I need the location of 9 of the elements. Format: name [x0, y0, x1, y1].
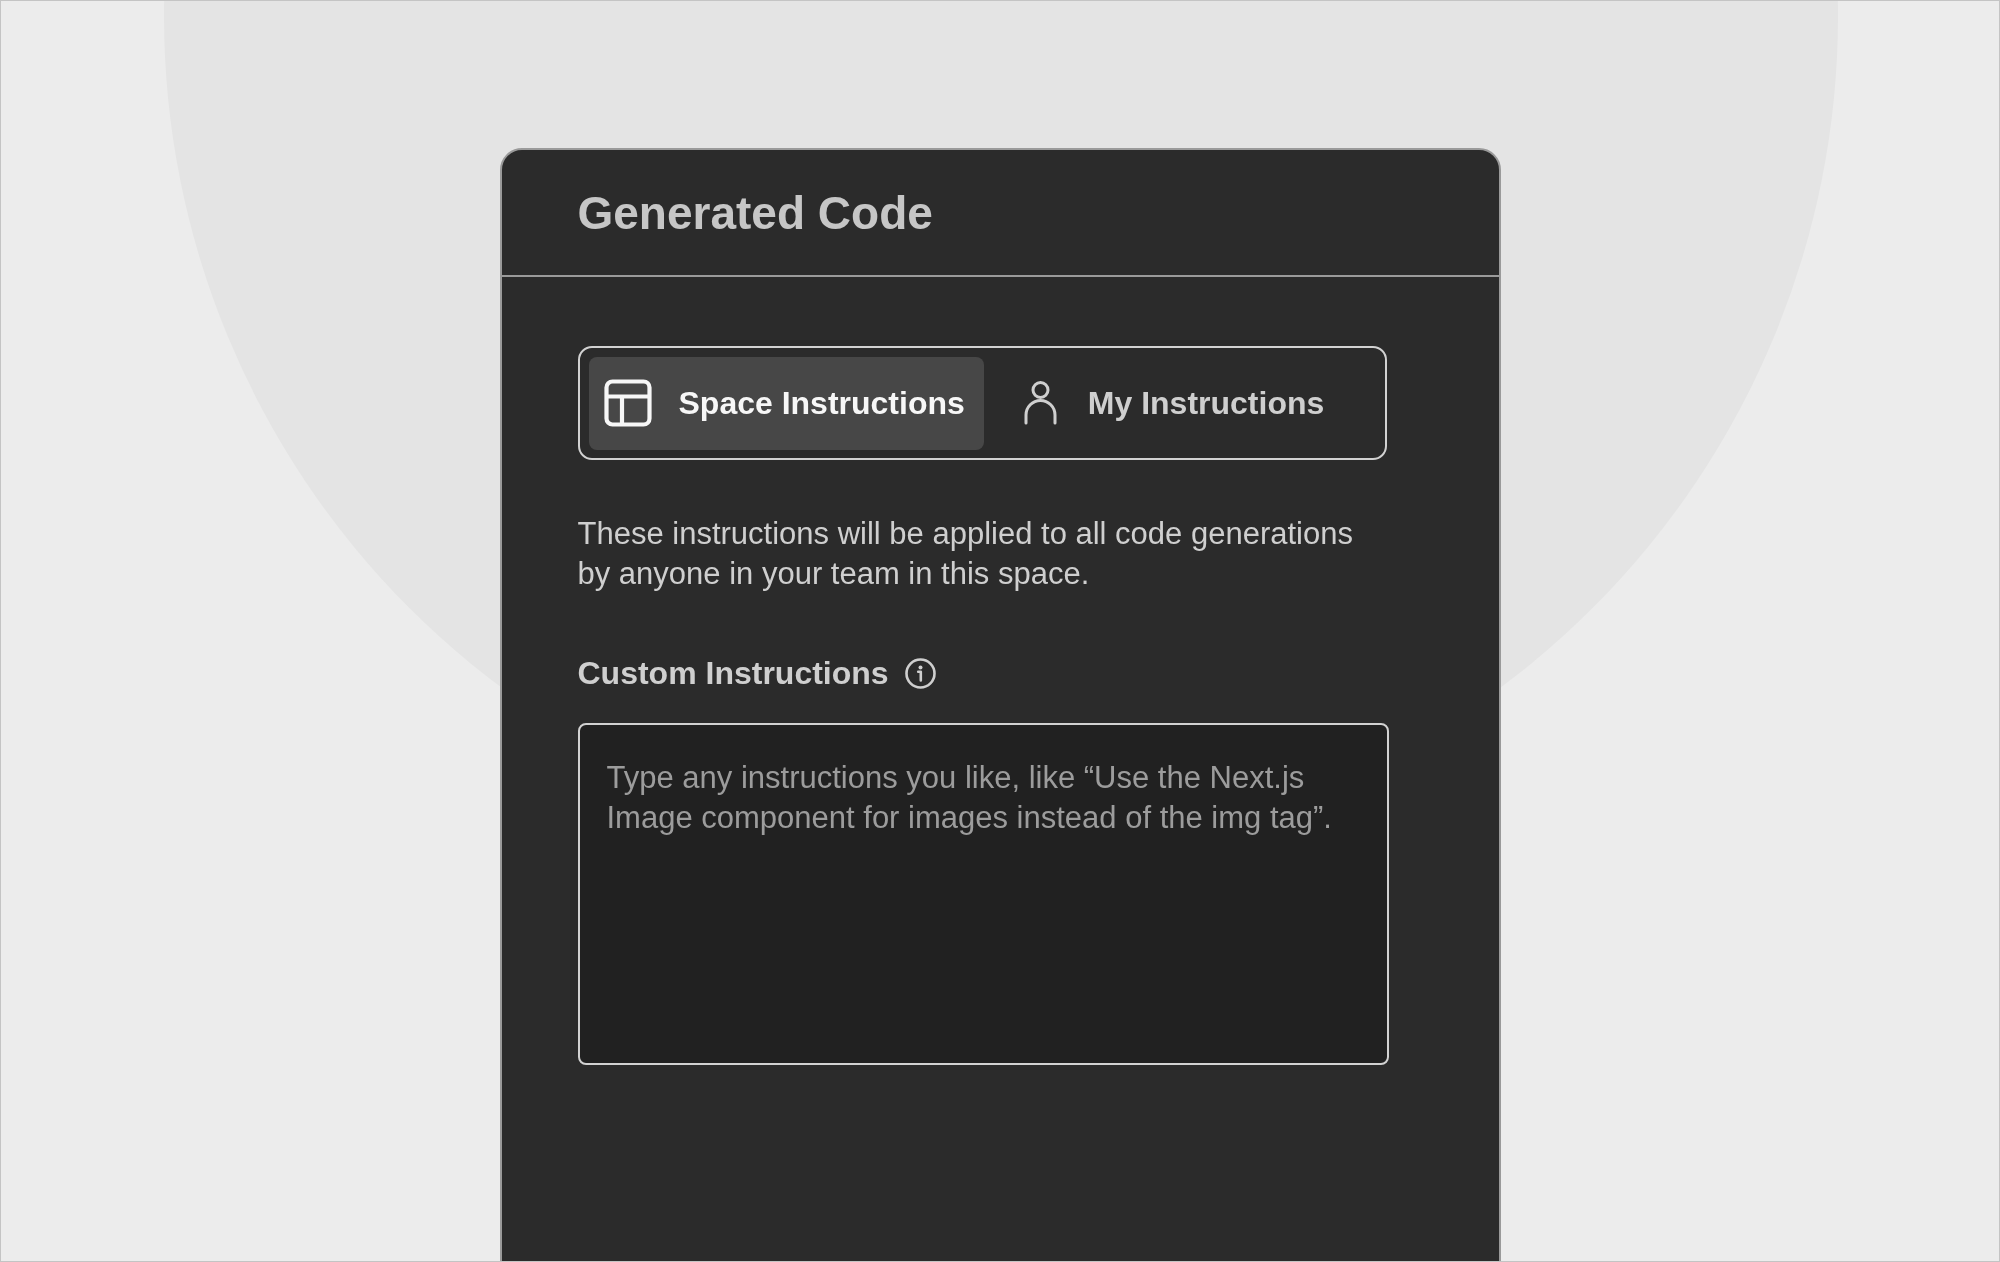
panel-title: Generated Code	[577, 189, 933, 236]
tab[interactable]: Space Instructions	[588, 356, 984, 450]
description-text: These instructions will be applied to all code generations by anyone in your team in this space.	[577, 515, 1354, 593]
instructions-field[interactable]: Type any instructions you like, like “Use the Next.js Image component for images instead of the img tag”.	[577, 723, 1389, 1065]
grid-icon	[603, 379, 652, 427]
custom-instructions-label: Custom Instructions	[577, 657, 889, 689]
person-icon	[1023, 381, 1057, 425]
info-icon[interactable]	[904, 657, 936, 689]
tab[interactable]: My Instructions	[1023, 356, 1344, 450]
